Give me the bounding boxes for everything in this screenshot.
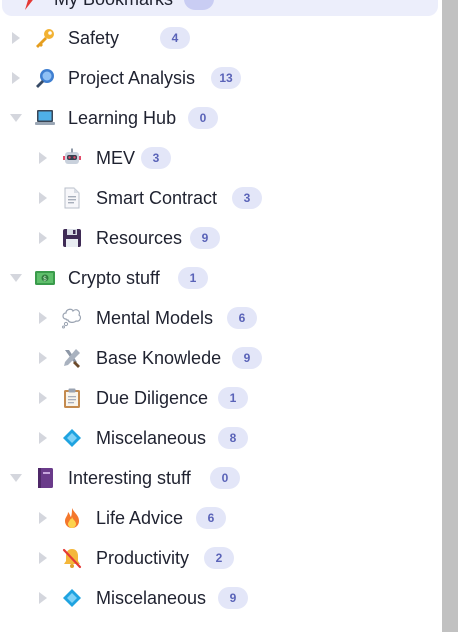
chevron-right-icon[interactable] [36,351,50,365]
count-badge: 4 [160,27,190,49]
count-badge: 6 [196,507,226,529]
key-icon [34,27,56,49]
tree-item-label: Miscelaneous [96,428,207,448]
tree-item-mental-models[interactable]: Mental Models 6 [0,298,440,338]
tree-item-crypto-stuff[interactable]: $ Crypto stuff 1 [0,258,440,298]
tree-item-label: MEV [96,148,136,168]
tree-item-label: Learning Hub [68,108,177,128]
count-badge: 0 [210,467,240,489]
count-badge: 2 [204,547,234,569]
tree-item-label: Crypto stuff [68,268,160,288]
tree-item-due-diligence[interactable]: Due Diligence 1 [0,378,440,418]
tree-item-label: Smart Contract [96,188,218,208]
tree-item-safety[interactable]: Safety 4 [0,18,440,58]
tree-item-productivity[interactable]: Productivity 2 [0,538,440,578]
scrollbar[interactable] [440,0,470,632]
chevron-right-icon[interactable] [36,231,50,245]
tree-item-label: Productivity [96,548,190,568]
count-badge: 13 [211,67,241,89]
count-badge: 3 [232,187,262,209]
count-badge: 3 [141,147,171,169]
chevron-down-icon[interactable] [9,111,23,125]
bookmark-tree: My Bookmarks Safety4Project Analysis13Le… [0,0,440,632]
chevron-right-icon[interactable] [36,311,50,325]
chevron-right-icon[interactable] [9,31,23,45]
tree-item-label: Mental Models [96,308,214,328]
tree-item-smart-contract[interactable]: Smart Contract 3 [0,178,440,218]
fire-icon [61,507,83,529]
tree-item-label: My Bookmarks [54,0,173,9]
tree-item-project-analysis[interactable]: Project Analysis 13 [0,58,440,98]
tree-item-label: Safety [68,28,120,48]
chevron-right-icon[interactable] [36,191,50,205]
floppy-disk-icon [61,227,83,249]
chevron-down-icon[interactable] [9,471,23,485]
tree-item-label: Project Analysis [68,68,196,88]
hammer-wrench-icon [61,347,83,369]
laptop-icon [34,107,56,129]
count-badge: 1 [178,267,208,289]
magnifier-icon [34,67,56,89]
count-badge: 1 [218,387,248,409]
tree-item-life-advice[interactable]: Life Advice 6 [0,498,440,538]
tree-item-my-bookmarks[interactable]: My Bookmarks [0,0,440,19]
tree-item-label: Resources [96,228,183,248]
lightning-icon [18,0,40,10]
count-badge: 9 [190,227,220,249]
chevron-right-icon[interactable] [36,551,50,565]
chevron-right-icon[interactable] [36,151,50,165]
tree-item-base-knowlede[interactable]: Base Knowlede 9 [0,338,440,378]
muted-bell-icon [61,547,83,569]
thought-bubble-icon [61,307,83,329]
count-badge: 8 [218,427,248,449]
count-badge: 9 [218,587,248,609]
count-badge: 0 [188,107,218,129]
tree-item-label: Due Diligence [96,388,209,408]
chevron-right-icon[interactable] [36,591,50,605]
blue-diamond-icon [61,427,83,449]
tree-item-miscelaneous[interactable]: Miscelaneous 8 [0,418,440,458]
robot-icon [61,147,83,169]
tree-item-learning-hub[interactable]: Learning Hub 0 [0,98,440,138]
tree-item-mev[interactable]: MEV 3 [0,138,440,178]
chevron-down-icon[interactable] [9,271,23,285]
chevron-right-icon[interactable] [36,511,50,525]
tree-item-label: Life Advice [96,508,184,528]
dollar-bill-icon: $ [34,267,56,289]
tree-item-label: Miscelaneous [96,588,207,608]
chevron-right-icon[interactable] [36,391,50,405]
tree-item-label: Base Knowlede [96,348,222,368]
purple-book-icon [34,467,56,489]
scrollbar-thumb[interactable] [442,0,458,632]
clipboard-icon [61,387,83,409]
document-icon [61,187,83,209]
tree-item-resources[interactable]: Resources 9 [0,218,440,258]
tree-item-label: Interesting stuff [68,468,191,488]
svg-text:$: $ [43,275,47,283]
chevron-right-icon[interactable] [9,71,23,85]
tree-item-interesting-stuff[interactable]: Interesting stuff 0 [0,458,440,498]
blue-diamond-icon [61,587,83,609]
tree-item-miscelaneous[interactable]: Miscelaneous 9 [0,578,440,618]
chevron-right-icon[interactable] [36,431,50,445]
count-badge: 9 [232,347,262,369]
count-badge: 6 [227,307,257,329]
